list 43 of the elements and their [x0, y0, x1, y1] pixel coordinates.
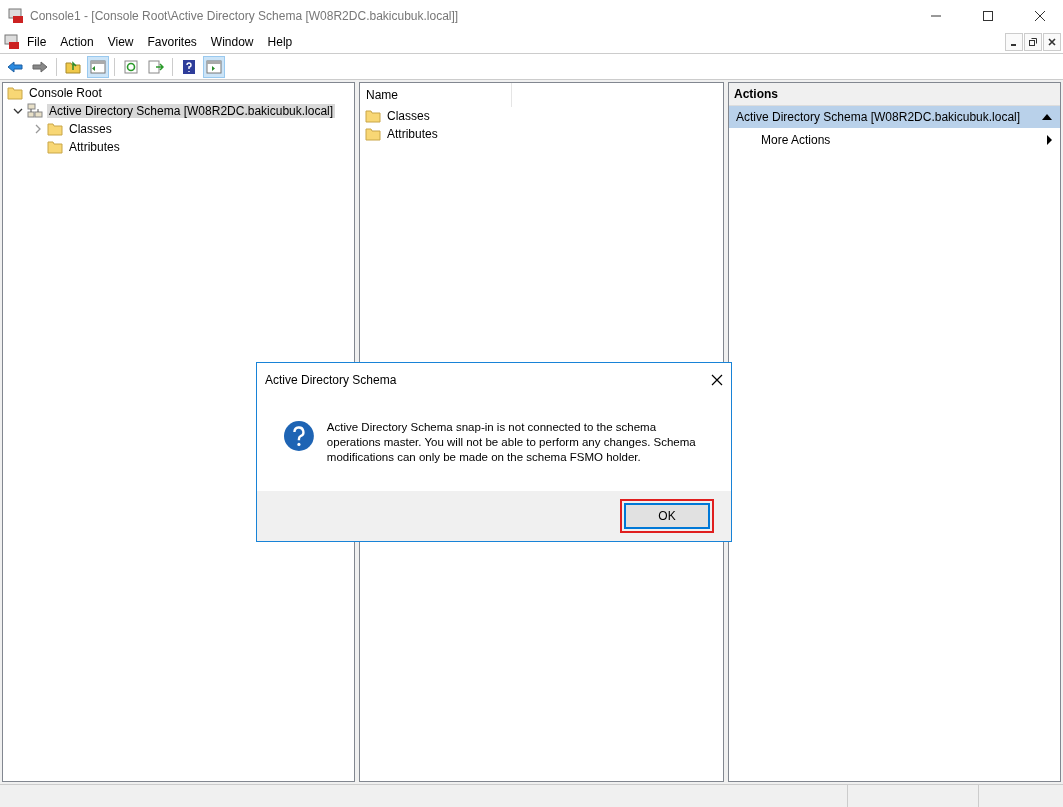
folder-icon [47, 140, 63, 154]
list-item[interactable]: Attributes [385, 127, 440, 141]
show-tree-button[interactable] [87, 55, 109, 78]
close-button[interactable] [1043, 33, 1061, 51]
window-title: Console1 - [Console Root\Active Directory Schema [W08R2DC.bakicubuk.local]] [30, 8, 460, 23]
action-item[interactable]: More Actions [729, 128, 1060, 152]
folder-icon [47, 122, 63, 136]
dialog-title: Active Directory Schema [265, 372, 397, 387]
maximize-icon [983, 10, 993, 21]
list-item[interactable]: Classes [385, 109, 432, 123]
close-icon [1035, 10, 1045, 21]
menu-item[interactable]: Window [203, 35, 261, 49]
menu-item[interactable]: Action [53, 35, 101, 49]
chevron-right-icon[interactable] [33, 124, 43, 134]
ok-button[interactable]: OK [624, 503, 710, 529]
help-icon [182, 58, 196, 75]
menu-item[interactable]: File [20, 35, 54, 49]
app-icon [4, 34, 20, 50]
chevron-down-icon[interactable] [13, 106, 23, 116]
menu-item[interactable]: View [100, 35, 141, 49]
tree-item[interactable]: Console Root [27, 86, 104, 100]
app-icon [8, 7, 24, 24]
close-icon [1048, 38, 1056, 46]
submenu-arrow-icon [1047, 135, 1052, 145]
restore-button[interactable] [1024, 33, 1042, 51]
actions-section-header[interactable]: Active Directory Schema [W08R2DC.bakicubuk.local] [729, 106, 1060, 128]
tree-item[interactable]: Classes [67, 122, 114, 136]
folder-icon [365, 109, 381, 123]
menu-item[interactable]: Help [260, 35, 300, 49]
folder-icon [365, 127, 381, 141]
collapse-arrow-icon [1042, 114, 1052, 120]
dialog-message: Active Directory Schema snap-in is not connected to the schema operations master. You will not be able to perform any changes. Schema modifications can only be made on the schema FSMO holder. [326, 420, 697, 465]
schema-icon [27, 103, 43, 119]
question-icon [283, 420, 315, 452]
close-icon[interactable] [711, 373, 723, 386]
column-header[interactable]: Name [360, 83, 512, 107]
minimize-button[interactable] [1005, 33, 1023, 51]
menu-item[interactable]: Favorites [140, 35, 204, 49]
folder-icon [7, 86, 23, 100]
actions-header: Actions [729, 83, 1060, 106]
tree-item[interactable]: Attributes [67, 140, 122, 154]
tree-item[interactable]: Active Directory Schema [W08R2DC.bakicubuk.local] [47, 104, 336, 118]
restore-icon [1029, 38, 1037, 46]
